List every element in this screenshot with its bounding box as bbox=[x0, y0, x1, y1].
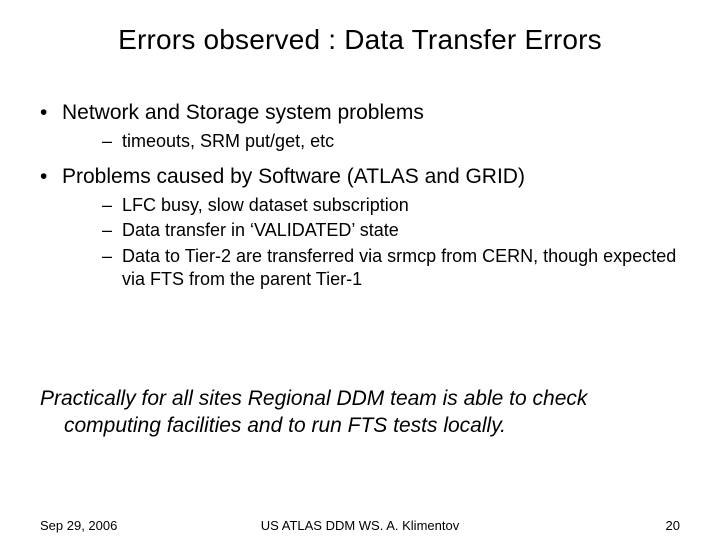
sub-bullet-item: timeouts, SRM put/get, etc bbox=[102, 130, 680, 153]
bullet-item: Problems caused by Software (ATLAS and G… bbox=[40, 164, 680, 292]
bullet-item: Network and Storage system problems time… bbox=[40, 100, 680, 154]
slide: Errors observed : Data Transfer Errors N… bbox=[0, 0, 720, 540]
sub-bullet-text: Data transfer in ‘VALIDATED’ state bbox=[122, 220, 399, 240]
sub-bullet-text: LFC busy, slow dataset subscription bbox=[122, 195, 409, 215]
closing-line-2: computing facilities and to run FTS test… bbox=[40, 412, 680, 439]
footer-page-number: 20 bbox=[666, 518, 680, 533]
footer-center: US ATLAS DDM WS. A. Klimentov bbox=[40, 518, 680, 533]
sub-bullet-list: timeouts, SRM put/get, etc bbox=[62, 130, 680, 153]
slide-body: Network and Storage system problems time… bbox=[40, 100, 680, 301]
closing-remark: Practically for all sites Regional DDM t… bbox=[40, 385, 680, 440]
slide-title: Errors observed : Data Transfer Errors bbox=[0, 24, 720, 56]
sub-bullet-item: LFC busy, slow dataset subscription bbox=[102, 194, 680, 217]
sub-bullet-text: Data to Tier-2 are transferred via srmcp… bbox=[122, 246, 676, 289]
bullet-list: Network and Storage system problems time… bbox=[40, 100, 680, 291]
sub-bullet-item: Data transfer in ‘VALIDATED’ state bbox=[102, 219, 680, 242]
bullet-text: Network and Storage system problems bbox=[62, 101, 424, 124]
bullet-text: Problems caused by Software (ATLAS and G… bbox=[62, 165, 525, 188]
sub-bullet-item: Data to Tier-2 are transferred via srmcp… bbox=[102, 245, 680, 292]
closing-line-1: Practically for all sites Regional DDM t… bbox=[40, 387, 587, 410]
sub-bullet-text: timeouts, SRM put/get, etc bbox=[122, 131, 334, 151]
sub-bullet-list: LFC busy, slow dataset subscription Data… bbox=[62, 194, 680, 292]
